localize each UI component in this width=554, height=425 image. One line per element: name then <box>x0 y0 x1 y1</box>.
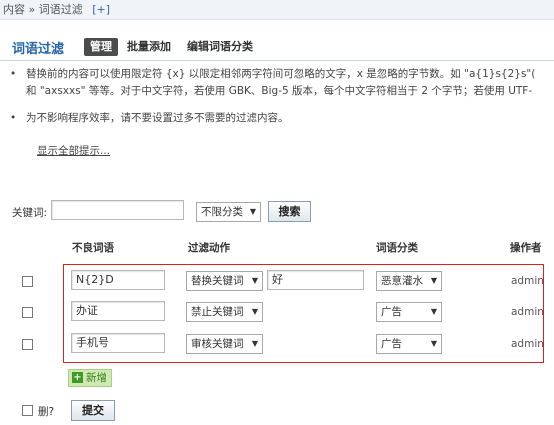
tab-manage[interactable]: 管理 <box>84 38 118 56</box>
breadcrumb-current: 词语过滤 <box>38 3 83 16</box>
keyword-label: 关键词: <box>12 207 48 219</box>
tip-item: • 为不影响程序效率，请不要设置过多不需要的过滤内容。 <box>10 110 554 127</box>
row-checkbox[interactable] <box>22 307 33 318</box>
col-header-operator: 操作者 <box>510 242 542 254</box>
highlight-frame <box>63 264 544 363</box>
submit-button[interactable]: 提交 <box>71 400 115 421</box>
col-header-category: 词语分类 <box>376 242 418 254</box>
search-button[interactable]: 搜索 <box>268 201 311 222</box>
triangle-down-icon: ▼ <box>249 207 256 216</box>
bullet: • <box>10 68 17 80</box>
plus-icon: + <box>72 372 83 383</box>
add-word-link[interactable]: [+] <box>92 3 110 16</box>
select-value: 不限分类 <box>201 206 243 218</box>
row-checkbox[interactable] <box>22 339 33 350</box>
col-header-word: 不良词语 <box>72 242 114 254</box>
page-header: 词语过滤 管理 批量添加 编辑词语分类 <box>0 33 554 61</box>
tips-list: • 替换前的内容可以使用限定符 {x} 以限定相邻两字符间可忽略的文字，x 是忽… <box>10 66 554 127</box>
col-header-action: 过滤动作 <box>188 242 230 254</box>
breadcrumb-root[interactable]: 内容 <box>3 3 25 16</box>
delete-label: 删? <box>38 406 55 418</box>
show-all-tips-link[interactable]: 显示全部提示... <box>37 143 110 158</box>
add-new-button[interactable]: + 新增 <box>68 369 112 387</box>
page-title: 词语过滤 <box>12 42 65 57</box>
row-checkbox[interactable] <box>22 276 33 287</box>
tip-item: • 替换前的内容可以使用限定符 {x} 以限定相邻两字符间可忽略的文字，x 是忽… <box>10 66 554 100</box>
tab-edit-categories[interactable]: 编辑词语分类 <box>187 38 253 56</box>
tip-text: 为不影响程序效率，请不要设置过多不需要的过滤内容。 <box>26 112 289 124</box>
bullet: • <box>10 112 17 124</box>
tip-text: 替换前的内容可以使用限定符 {x} 以限定相邻两字符间可忽略的文字，x 是忽略的… <box>26 68 536 80</box>
breadcrumb-separator: » <box>28 3 36 16</box>
tab-batch-add[interactable]: 批量添加 <box>127 38 171 56</box>
delete-checkbox[interactable] <box>22 405 33 416</box>
breadcrumb: 内容 » 词语过滤 [+] <box>0 0 554 20</box>
category-filter-select[interactable]: 不限分类 ▼ <box>196 202 261 222</box>
tip-text: 和 "axsxxs" 等等。对于中文字符，若使用 GBK、Big-5 版本，每个… <box>26 85 533 97</box>
add-new-label: 新增 <box>86 372 107 384</box>
keyword-search-input[interactable] <box>51 200 184 220</box>
search-bar: 关键词: 不限分类 ▼ 搜索 <box>0 200 554 224</box>
